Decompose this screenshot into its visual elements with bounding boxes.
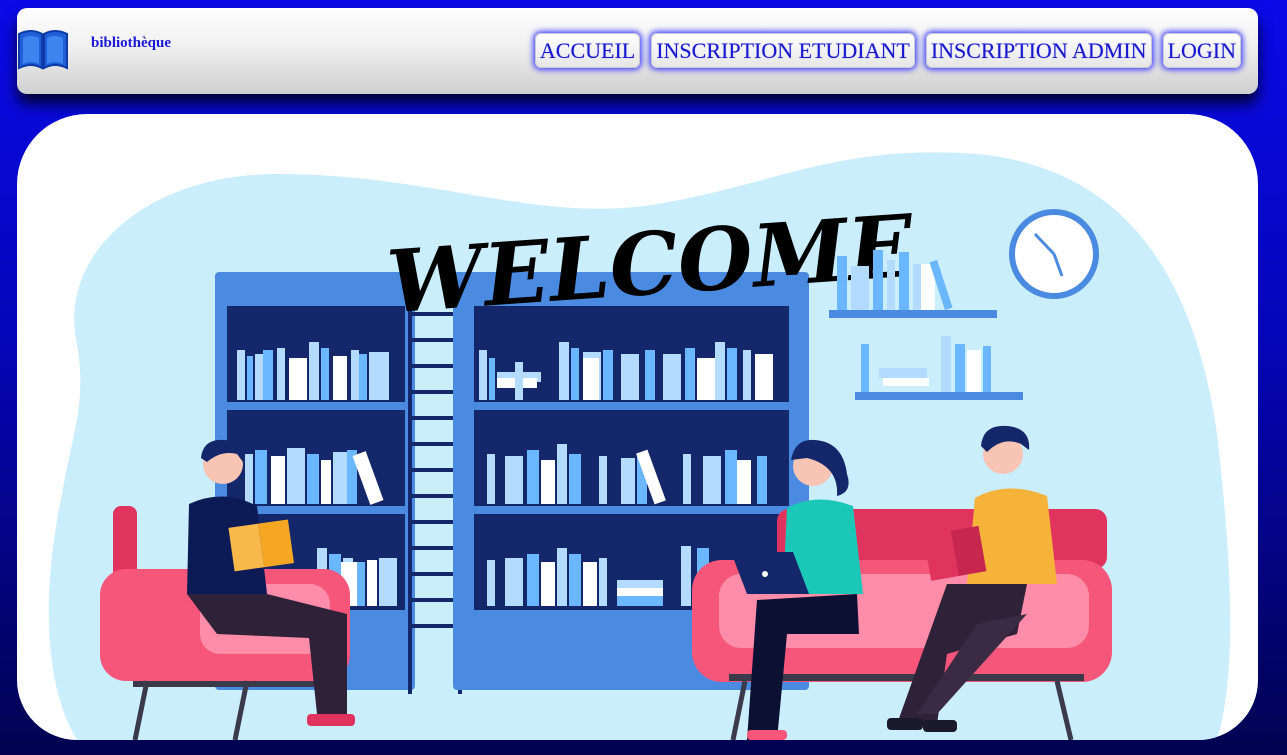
- library-reading-illustration: WELCOME: [48, 152, 1231, 740]
- nav-login-button[interactable]: LOGIN: [1162, 33, 1241, 68]
- welcome-hero: WELCOME: [17, 114, 1258, 740]
- nav-menu: ACCUEIL INSCRIPTION ETUDIANT INSCRIPTION…: [534, 33, 1241, 68]
- nav-accueil-button[interactable]: ACCUEIL: [534, 33, 641, 68]
- brand-name[interactable]: bibliothèque: [91, 35, 171, 52]
- nav-inscription-etudiant-button[interactable]: INSCRIPTION ETUDIANT: [651, 33, 915, 68]
- open-book-icon[interactable]: [17, 26, 69, 72]
- clock-icon: [1009, 209, 1099, 299]
- top-navbar: bibliothèque ACCUEIL INSCRIPTION ETUDIAN…: [17, 8, 1258, 94]
- nav-inscription-admin-button[interactable]: INSCRIPTION ADMIN: [925, 33, 1152, 68]
